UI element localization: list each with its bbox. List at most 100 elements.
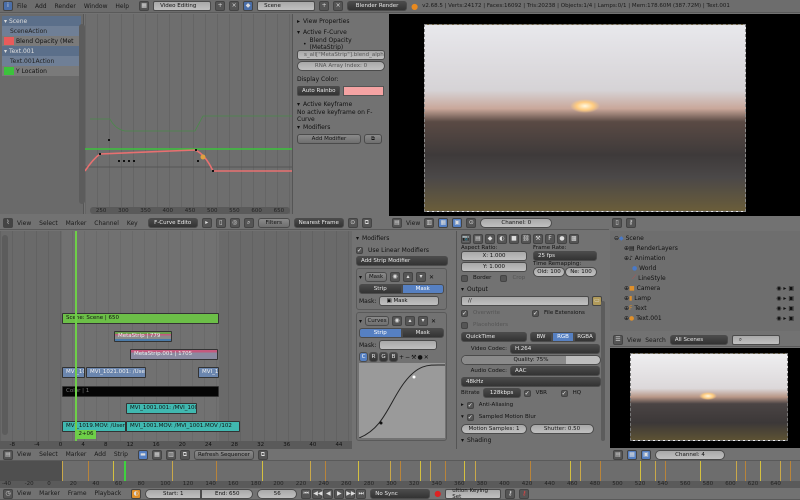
- menu-select[interactable]: Select: [39, 451, 58, 458]
- add-strip-modifier-select[interactable]: Add Strip Modifier: [356, 256, 448, 266]
- frame-rate-select[interactable]: 25 fps: [533, 251, 597, 261]
- strip-metastrip[interactable]: MetaStrip | 779: [114, 331, 172, 342]
- modifier-tab-icon[interactable]: ⚒: [533, 234, 543, 244]
- sample-rate-select[interactable]: 48kHz: [461, 377, 601, 387]
- menu-frame[interactable]: Frame: [68, 490, 87, 497]
- prev-keyframe-icon[interactable]: ◀◀: [312, 488, 322, 499]
- world-tab-icon[interactable]: ◐: [497, 234, 507, 244]
- border-checkbox[interactable]: [461, 274, 468, 282]
- overwrite-checkbox[interactable]: ✓: [461, 309, 468, 317]
- wrench-icon[interactable]: ⚒: [411, 354, 416, 361]
- screen-layout-field[interactable]: Video Editing: [153, 1, 212, 11]
- visibility-icon[interactable]: ◉ ▸ ▣: [776, 305, 794, 312]
- ghost-icon[interactable]: ◎: [229, 218, 240, 228]
- menu-marker[interactable]: Marker: [39, 490, 60, 497]
- strip-sound-3[interactable]: MVI_1001.MOV: /MVI_1001.MOV /102: [126, 421, 240, 432]
- channel-y-location[interactable]: Y Location: [2, 66, 81, 76]
- render-tab-icon[interactable]: 📷: [461, 234, 471, 244]
- playhead-line[interactable]: [75, 231, 77, 441]
- aspect-y-field[interactable]: Y: 1.000: [461, 262, 527, 272]
- expand-icon[interactable]: ▾: [4, 18, 7, 25]
- timeline-type-icon[interactable]: ◷: [3, 488, 13, 499]
- curve-color-picker[interactable]: [343, 86, 384, 96]
- outliner-type-icon[interactable]: ☰: [613, 335, 623, 345]
- strip-scene[interactable]: Scene: Scene | 650: [62, 313, 219, 324]
- preview-view-icon[interactable]: ▦: [151, 449, 162, 460]
- outliner-item-lamp[interactable]: ⊕ ▮ Lamp ◉ ▸ ▣: [612, 293, 798, 303]
- strip-movie-1[interactable]: MVI_10: [62, 367, 85, 378]
- menu-add[interactable]: Add: [35, 3, 47, 10]
- channel-scene[interactable]: ▾ Scene: [2, 16, 81, 26]
- outliner-item-linestyle[interactable]: ⟋ LineStyle: [612, 273, 798, 283]
- hide-icon[interactable]: ▯: [215, 218, 226, 228]
- aa-checkbox[interactable]: ✓: [466, 401, 474, 409]
- tab-strip[interactable]: Strip: [359, 328, 402, 338]
- move-down-icon[interactable]: ▾: [416, 272, 427, 282]
- tab-mask[interactable]: Mask: [401, 328, 444, 338]
- strip-movie-3[interactable]: MVI_1: [198, 367, 219, 378]
- tab-strip[interactable]: Strip: [359, 284, 402, 294]
- modifiers-header[interactable]: ▾ Modifiers: [297, 122, 384, 133]
- point-icon[interactable]: ●: [417, 354, 422, 361]
- audio-codec-select[interactable]: AAC: [510, 366, 600, 376]
- mask-select[interactable]: ▣ Mask: [379, 296, 440, 306]
- channel-text001[interactable]: ▾ Text.001: [2, 46, 81, 56]
- outliner-item-text001[interactable]: ⊕ ● Text.001 ◉ ▸ ▣: [612, 313, 798, 323]
- menu-view[interactable]: View: [17, 451, 31, 458]
- curves-mask-field[interactable]: [379, 340, 438, 350]
- channel-text001-action[interactable]: Text.001Action: [2, 56, 81, 66]
- texture-tab-icon[interactable]: ▩: [569, 234, 579, 244]
- remap-old-field[interactable]: Old: 100: [533, 267, 565, 277]
- delete-point-icon[interactable]: ✕: [424, 354, 429, 361]
- shutter-field[interactable]: Shutter: 0.50: [530, 424, 594, 434]
- anti-aliasing-header[interactable]: ▸ ✓ Anti-Aliasing: [461, 399, 602, 411]
- outliner-item-renderlayers[interactable]: ⊕ ▤ RenderLayers: [612, 243, 798, 253]
- motion-samples-field[interactable]: Motion Samples: 1: [461, 424, 527, 434]
- outliner-filter-icon[interactable]: ▯: [612, 218, 622, 228]
- menu-search[interactable]: Search: [645, 337, 666, 344]
- scene-field[interactable]: Scene: [257, 1, 316, 11]
- layers-tab-icon[interactable]: ▤: [473, 234, 483, 244]
- sequencer-ruler[interactable]: -8 -4 0 4 8 12 16 20 24 28 32 36 40 44: [0, 441, 352, 449]
- filters-button[interactable]: Filters: [257, 218, 290, 228]
- next-keyframe-icon[interactable]: ▶▶: [345, 488, 355, 499]
- remap-new-field[interactable]: Ne: 100: [565, 267, 597, 277]
- visibility-icon[interactable]: ◉ ▸ ▣: [776, 285, 794, 292]
- current-frame-field[interactable]: 56: [257, 488, 298, 499]
- strip-color[interactable]: Color | 1: [62, 386, 219, 397]
- scene-close-icon[interactable]: ×: [333, 1, 344, 11]
- only-selected-icon[interactable]: ▸: [201, 218, 212, 228]
- channel-scrollbar[interactable]: [2, 235, 8, 435]
- mask-mod-name[interactable]: Mask: [365, 272, 388, 282]
- layout-add-icon[interactable]: +: [215, 1, 226, 11]
- split-view-icon[interactable]: ▥: [165, 449, 176, 460]
- curve-widget[interactable]: [359, 363, 445, 438]
- channel-r-button[interactable]: R: [369, 352, 378, 362]
- editor-type-icon[interactable]: i: [3, 1, 13, 11]
- outliner-item-animation[interactable]: ⊕ ♪ Animation: [612, 253, 798, 263]
- menu-marker[interactable]: Marker: [66, 451, 87, 458]
- menu-add[interactable]: Add: [94, 451, 106, 458]
- keying-icon[interactable]: ⚷: [625, 218, 636, 228]
- insert-keyframe-icon[interactable]: ⚷: [505, 488, 516, 499]
- array-index-field[interactable]: RNA Array Index: 0: [297, 61, 385, 71]
- channel-field[interactable]: Channel: 0: [480, 218, 553, 228]
- editor-type-icon[interactable]: ▤: [392, 218, 402, 228]
- video-codec-select[interactable]: H.264: [510, 344, 600, 354]
- color-rgb-button[interactable]: RGB: [552, 332, 574, 342]
- menu-view[interactable]: View: [17, 490, 31, 497]
- search-icon[interactable]: ⌕: [243, 218, 254, 228]
- vertical-scrollbar[interactable]: [79, 24, 85, 204]
- play-icon[interactable]: ▶: [334, 488, 345, 499]
- modifiers-header[interactable]: ▾ Modifiers: [356, 233, 447, 244]
- color-bw-button[interactable]: BW: [530, 332, 552, 342]
- strip-sound-1[interactable]: MVI_1001.001: /MVI_100: [126, 403, 197, 414]
- menu-view[interactable]: View: [17, 220, 31, 227]
- render-engine-select[interactable]: Blender Render: [347, 1, 408, 11]
- editor-type-icon[interactable]: ▤: [613, 449, 623, 460]
- outliner-item-camera[interactable]: ⊕ ■ Camera ◉ ▸ ▣: [612, 283, 798, 293]
- use-linear-row[interactable]: ✓ Use Linear Modifiers: [356, 244, 447, 256]
- checkbox-icon[interactable]: ✓: [356, 246, 363, 254]
- data-tab-icon[interactable]: F: [545, 234, 555, 244]
- start-frame-field[interactable]: Start: 1: [145, 488, 202, 499]
